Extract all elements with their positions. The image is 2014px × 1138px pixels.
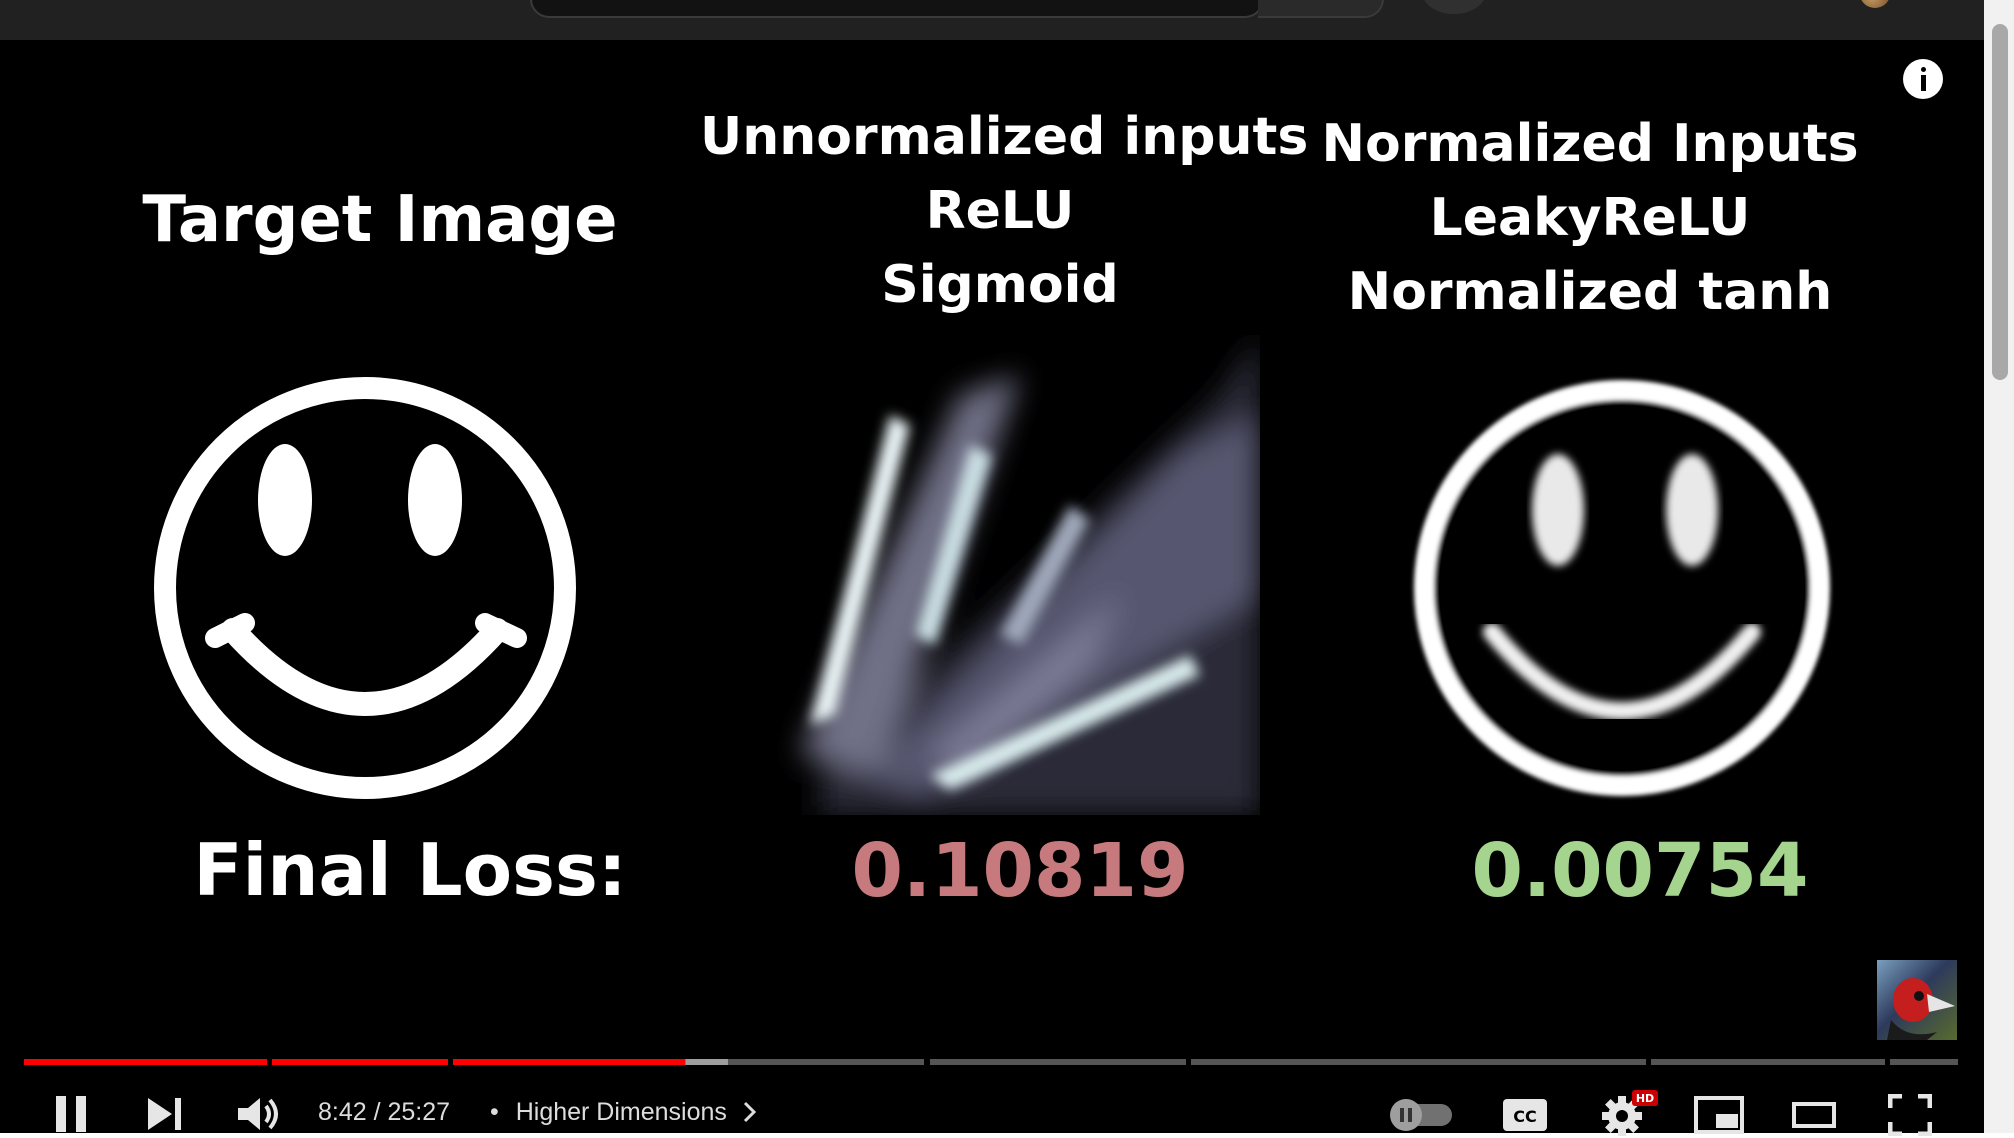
autoplay-toggle-icon[interactable]	[1388, 1096, 1456, 1132]
info-icon[interactable]	[1903, 59, 1943, 99]
search-input[interactable]	[530, 0, 1264, 18]
normalized-title-line-1: Normalized Inputs	[1321, 114, 1859, 174]
cc-icon[interactable]: CC	[1502, 1098, 1548, 1132]
theater-icon[interactable]	[1792, 1102, 1836, 1128]
normalized-title: Normalized Inputs LeakyReLU Normalized t…	[1310, 107, 1870, 329]
normalized-title-line-2: LeakyReLU	[1429, 188, 1751, 248]
unnormalized-output-image	[760, 335, 1260, 815]
progress-bar[interactable]	[24, 1059, 1958, 1065]
final-loss-label: Final Loss:	[193, 828, 627, 912]
top-header-bar	[0, 0, 1984, 40]
svg-text:CC: CC	[1513, 1107, 1536, 1126]
next-icon[interactable]	[146, 1096, 186, 1132]
settings-icon[interactable]: HD	[1598, 1088, 1660, 1138]
normalized-output-image	[1414, 380, 1830, 796]
volume-icon[interactable]	[236, 1094, 284, 1134]
voice-search-button[interactable]	[1422, 0, 1486, 14]
chapter-separator: •	[490, 1098, 499, 1126]
target-image-title: Target Image	[142, 183, 618, 257]
loss-value-unnormalized: 0.10819	[851, 828, 1189, 914]
time-display: 8:42 / 25:27	[318, 1098, 451, 1126]
played-segment	[453, 1059, 686, 1065]
search-button[interactable]	[1258, 0, 1384, 18]
chapter-title-button[interactable]: • Higher Dimensions	[490, 1098, 758, 1127]
loss-value-normalized: 0.00754	[1471, 828, 1809, 914]
miniplayer-icon[interactable]	[1694, 1096, 1744, 1134]
played-segment	[272, 1059, 448, 1065]
unnormalized-title-line-3: Sigmoid	[881, 255, 1119, 315]
progress-fill	[24, 1059, 728, 1065]
normalized-title-line-3: Normalized tanh	[1347, 262, 1833, 322]
chevron-right-icon	[743, 1101, 756, 1123]
unnormalized-title: Unnormalized inputs ReLU Sigmoid	[700, 100, 1309, 322]
unnormalized-title-line-2: ReLU	[925, 181, 1075, 241]
player-controls	[0, 1070, 1984, 1133]
scrollbar-thumb[interactable]	[1992, 24, 2008, 380]
fullscreen-icon[interactable]	[1888, 1094, 1932, 1136]
bird-icon	[1887, 978, 1955, 1040]
target-smiley-image	[154, 377, 576, 799]
unnormalized-title-line-1: Unnormalized inputs	[700, 107, 1309, 167]
avatar[interactable]	[1860, 0, 1890, 8]
channel-watermark-thumbnail[interactable]	[1877, 960, 1957, 1040]
chapter-title: Higher Dimensions	[515, 1098, 727, 1126]
played-segment	[24, 1059, 267, 1065]
pause-icon[interactable]	[52, 1094, 92, 1134]
hd-badge: HD	[1636, 1092, 1654, 1105]
